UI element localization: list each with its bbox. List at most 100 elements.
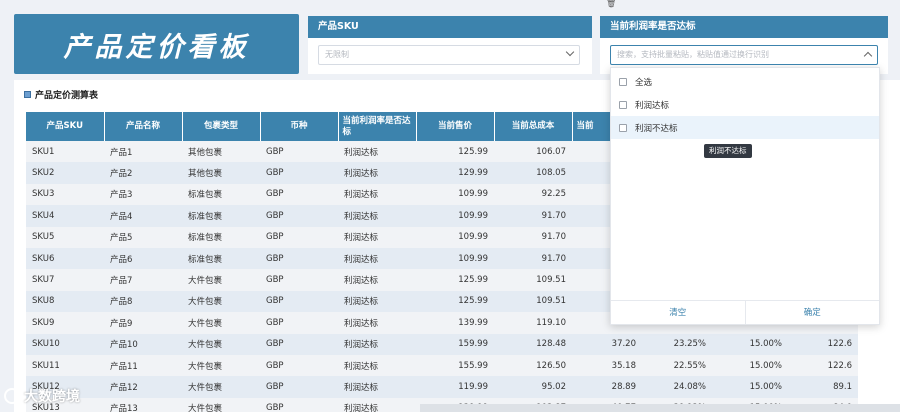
table-cell: 109.99 [416, 183, 494, 206]
table-cell: 产品4 [104, 205, 182, 227]
col-header[interactable]: 包裹类型 [182, 112, 261, 141]
checkbox[interactable] [619, 100, 627, 109]
table-cell: 大件包裹 [182, 333, 260, 355]
table-cell: GBP [260, 333, 338, 355]
confirm-button[interactable]: 确定 [744, 301, 880, 324]
table-cell: 119.10 [494, 312, 572, 334]
option-profit-not-met[interactable]: 利润不达标 [611, 116, 879, 139]
table-cell: 产品5 [104, 226, 182, 248]
table-cell: SKU9 [26, 312, 104, 334]
table-cell: GBP [260, 354, 338, 377]
table-cell: 产品10 [104, 333, 182, 355]
table-cell: 35.18 [572, 354, 642, 377]
table-cell: GBP [260, 247, 338, 270]
checkbox[interactable] [619, 77, 627, 86]
table-cell: 129.99 [416, 162, 494, 184]
col-header[interactable]: 当前售价 [416, 112, 495, 141]
table-cell: 大件包裹 [182, 397, 260, 412]
table-cell: 15.00% [712, 376, 788, 398]
sku-filter-select[interactable]: 无限制 [318, 45, 580, 65]
table-cell: GBP [260, 183, 338, 206]
sku-filter-card: 产品SKU 无限制 [308, 16, 592, 74]
col-header[interactable]: 币种 [260, 112, 339, 141]
table-cell: GBP [260, 376, 338, 398]
chevron-down-icon [565, 47, 575, 57]
table-row[interactable]: SKU11 产品11 大件包裹 GBP 利润达标 155.99 126.50 35.18 22.… [26, 354, 858, 377]
table-cell: SKU2 [26, 162, 104, 184]
col-header[interactable]: 当前总成本 [494, 112, 573, 141]
brand-watermark: 大数跨境 [4, 386, 80, 406]
table-cell: 95.02 [494, 376, 572, 398]
table-cell: 15.00% [712, 333, 788, 355]
table-cell: 22.55% [642, 354, 712, 377]
table-cell: 139.99 [416, 312, 494, 334]
table-cell: 大件包裹 [182, 312, 260, 334]
table-cell: GBP [260, 162, 338, 184]
table-cell: 108.05 [494, 162, 572, 184]
table-cell: SKU5 [26, 226, 104, 248]
table-cell: 利润达标 [338, 183, 416, 206]
table-cell: SKU11 [26, 354, 104, 377]
table-cell: SKU8 [26, 290, 104, 313]
brand-logo-icon [4, 388, 20, 404]
table-cell: 109.51 [494, 290, 572, 313]
margin-filter-search[interactable]: 搜索，支持批量粘贴，粘贴值通过换行识别 [610, 45, 878, 65]
table-cell: 大件包裹 [182, 269, 260, 291]
table-cell: 产品8 [104, 290, 182, 313]
table-cell: 89.1 [788, 376, 858, 398]
table-cell: GBP [260, 226, 338, 248]
table-cell: GBP [260, 397, 338, 412]
table-cell: GBP [260, 269, 338, 291]
sku-filter-placeholder: 无限制 [325, 50, 349, 59]
table-cell: SKU4 [26, 205, 104, 227]
option-select-all[interactable]: 全选 [611, 70, 879, 93]
table-cell: 利润达标 [338, 376, 416, 398]
table-cell: 利润达标 [338, 312, 416, 334]
table-cell: 利润达标 [338, 162, 416, 184]
trash-icon[interactable]: 🗑 [606, 0, 616, 8]
table-cell: GBP [260, 141, 338, 163]
table-cell: 109.99 [416, 205, 494, 227]
margin-filter-placeholder: 搜索，支持批量粘贴，粘贴值通过换行识别 [617, 50, 769, 59]
table-cell: 125.99 [416, 290, 494, 313]
clear-button[interactable]: 清空 [611, 301, 745, 324]
table-row[interactable]: SKU12 产品12 大件包裹 GBP 利润达标 119.99 95.02 28.89 24.0… [26, 376, 858, 398]
table-cell: 利润达标 [338, 354, 416, 377]
table-cell: 产品2 [104, 162, 182, 184]
horizontal-scrollbar[interactable] [420, 404, 900, 412]
table-cell: SKU7 [26, 269, 104, 291]
table-cell: 产品9 [104, 312, 182, 334]
table-cell: 28.89 [572, 376, 642, 398]
table-cell: 159.99 [416, 333, 494, 355]
table-cell: 其他包裹 [182, 162, 260, 184]
table-cell: 产品6 [104, 247, 182, 270]
brand-logo-text: 大数跨境 [24, 389, 80, 405]
table-row[interactable]: SKU10 产品10 大件包裹 GBP 利润达标 159.99 128.48 37.20 23.… [26, 333, 858, 355]
table-cell: 91.70 [494, 247, 572, 270]
table-cell: 125.99 [416, 141, 494, 163]
table-cell: 标准包裹 [182, 226, 260, 248]
col-header[interactable]: 当前利润率是否达标 [338, 112, 417, 141]
table-cell: 标准包裹 [182, 247, 260, 270]
option-tooltip: 利润不达标 [704, 144, 752, 158]
table-cell: 91.70 [494, 226, 572, 248]
checkbox[interactable] [619, 123, 627, 132]
table-cell: 106.07 [494, 141, 572, 163]
table-cell: 37.20 [572, 333, 642, 355]
table-cell: 产品7 [104, 269, 182, 291]
table-cell: 92.25 [494, 183, 572, 206]
option-profit-met[interactable]: 利润达标 [611, 93, 879, 116]
table-cell: 利润达标 [338, 397, 416, 412]
table-cell: 产品12 [104, 376, 182, 398]
col-header[interactable]: 产品名称 [104, 112, 183, 141]
col-header[interactable]: 产品SKU [26, 112, 105, 141]
dashboard-banner: 产品定价看板 [14, 14, 299, 74]
margin-filter-dropdown: 全选 利润达标 利润不达标 清空 确定 [610, 67, 880, 325]
table-cell: 标准包裹 [182, 183, 260, 206]
table-cell: 155.99 [416, 354, 494, 377]
table-cell: 产品1 [104, 141, 182, 163]
dashboard-title: 产品定价看板 [63, 31, 250, 63]
table-cell: 23.25% [642, 333, 712, 355]
table-cell: 产品11 [104, 354, 182, 377]
table-cell: 利润达标 [338, 247, 416, 270]
